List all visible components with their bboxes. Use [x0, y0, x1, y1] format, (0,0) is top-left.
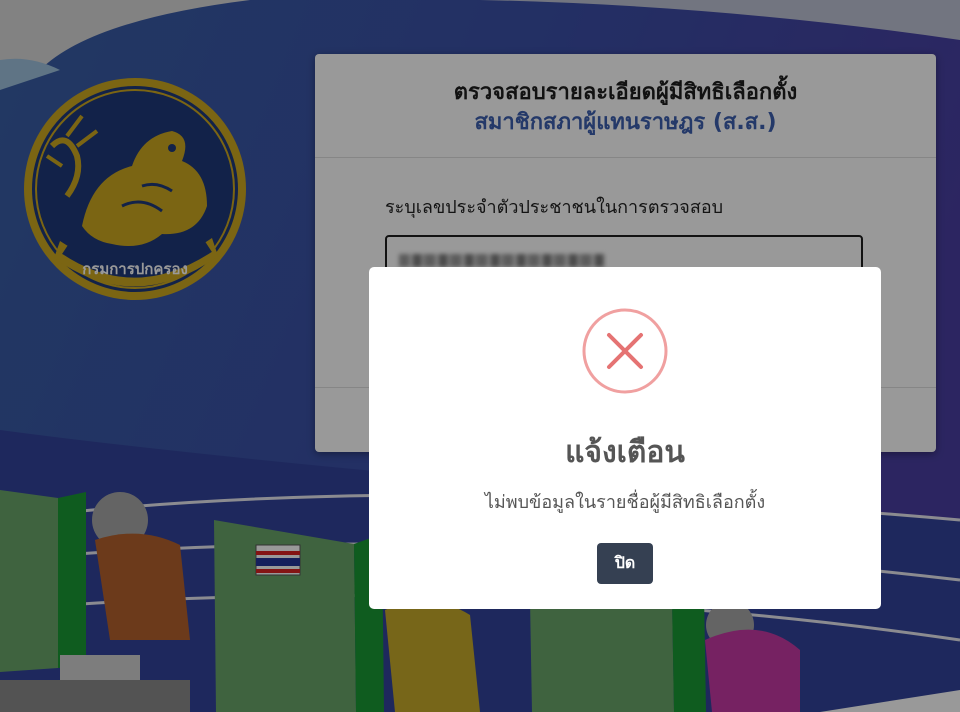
error-x-icon: [582, 308, 668, 394]
alert-title: แจ้งเตือน: [565, 435, 685, 470]
close-button[interactable]: ปิด: [597, 543, 653, 584]
alert-dialog: แจ้งเตือน ไม่พบข้อมูลในรายชื่อผู้มีสิทธิ…: [369, 267, 881, 609]
alert-message: ไม่พบข้อมูลในรายชื่อผู้มีสิทธิเลือกตั้ง: [484, 492, 766, 513]
